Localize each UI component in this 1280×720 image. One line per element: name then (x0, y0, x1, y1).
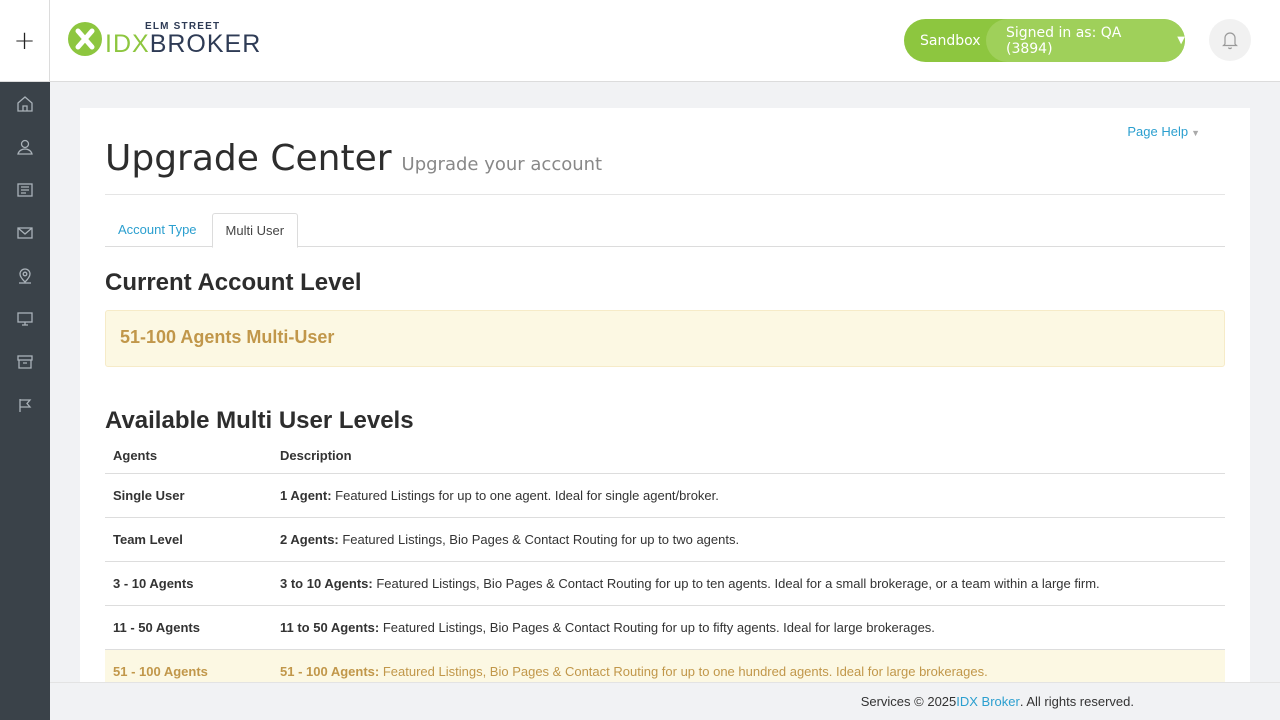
sidebar-item-leads[interactable] (0, 125, 50, 168)
description-text: Featured Listings, Bio Pages & Contact R… (372, 576, 1100, 591)
table-header-row: Agents Description (105, 438, 1225, 474)
description-cell: 11 to 50 Agents: Featured Listings, Bio … (272, 605, 1225, 650)
caret-down-icon: ▼ (1177, 35, 1185, 46)
idx-broker-logo[interactable]: ELM STREET IDXBROKER (68, 21, 265, 58)
footer-idx-broker-link[interactable]: IDX Broker (956, 694, 1020, 709)
account-dropdown[interactable]: Signed in as: QA (3894) ▼ (986, 19, 1185, 62)
map-pin-icon (19, 267, 31, 284)
page-title: Upgrade Center (105, 138, 392, 179)
tab-multi-user[interactable]: Multi User (211, 213, 299, 248)
agents-cell: Single User (105, 473, 272, 518)
tab-bar: Account Type Multi User (105, 213, 1225, 248)
logo-x-icon (68, 22, 102, 56)
table-row[interactable]: 3 - 10 Agents 3 to 10 Agents: Featured L… (105, 561, 1225, 606)
available-levels-heading: Available Multi User Levels (105, 407, 414, 434)
sidebar-item-archive[interactable] (0, 340, 50, 383)
table-row[interactable]: Single User 1 Agent: Featured Listings f… (105, 473, 1225, 518)
page-help-dropdown[interactable]: Page Help ▼ (1127, 124, 1200, 139)
agents-cell: Team Level (105, 517, 272, 562)
environment-label[interactable]: Sandbox (904, 33, 986, 49)
description-bold: 1 Agent: (280, 488, 332, 503)
sidebar-item-home[interactable] (0, 82, 50, 125)
sidebar-item-reports[interactable] (0, 383, 50, 426)
current-level-value: 51-100 Agents Multi-User (120, 327, 335, 347)
description-text: Featured Listings, Bio Pages & Contact R… (379, 664, 988, 679)
page-footer: Services © 2025 IDX Broker. All rights r… (50, 682, 1280, 720)
current-level-box: 51-100 Agents Multi-User (105, 310, 1225, 367)
table-row[interactable]: 11 - 50 Agents 11 to 50 Agents: Featured… (105, 605, 1225, 650)
sidebar-nav (0, 82, 50, 720)
listings-icon (17, 182, 33, 197)
table-row[interactable]: Team Level 2 Agents: Featured Listings, … (105, 517, 1225, 562)
logo-idx-text: IDX (105, 30, 150, 58)
home-icon (17, 95, 33, 112)
description-text: Featured Listings, Bio Pages & Contact R… (379, 620, 935, 635)
monitor-icon (17, 311, 33, 326)
title-divider (105, 194, 1225, 195)
levels-table: Agents Description Single User 1 Agent: … (105, 438, 1225, 688)
logo-broker-text: BROKER (149, 30, 262, 58)
notifications-button[interactable] (1209, 19, 1251, 61)
description-bold: 11 to 50 Agents: (280, 620, 380, 635)
description-bold: 3 to 10 Agents: (280, 576, 373, 591)
page-subtitle: Upgrade your account (401, 154, 603, 175)
description-bold: 51 - 100 Agents: (280, 664, 380, 679)
flag-icon (19, 398, 32, 412)
bell-icon (1222, 32, 1238, 50)
sidebar-item-email[interactable] (0, 211, 50, 254)
description-cell: 2 Agents: Featured Listings, Bio Pages &… (272, 517, 1225, 562)
mail-icon (17, 226, 33, 239)
footer-suffix: . All rights reserved. (1019, 694, 1134, 709)
description-cell: 1 Agent: Featured Listings for up to one… (272, 473, 1225, 518)
current-level-heading: Current Account Level (105, 269, 362, 296)
main-content: Page Help ▼ Upgrade Center Upgrade your a… (80, 108, 1250, 688)
archive-icon (17, 354, 33, 369)
sidebar-item-locations[interactable] (0, 254, 50, 297)
signed-in-label: Signed in as: QA (3894) (1006, 24, 1122, 57)
footer-prefix: Services © 2025 (860, 694, 957, 709)
description-cell: 3 to 10 Agents: Featured Listings, Bio P… (272, 561, 1225, 606)
add-button[interactable]: + (0, 0, 50, 82)
account-pill: Sandbox Signed in as: QA (3894) ▼ (904, 19, 1185, 62)
user-icon (17, 139, 33, 155)
caret-down-icon: ▼ (1191, 128, 1200, 138)
description-text: Featured Listings, Bio Pages & Contact R… (338, 532, 740, 547)
agents-cell: 3 - 10 Agents (105, 561, 272, 606)
column-header-agents: Agents (105, 438, 272, 474)
description-bold: 2 Agents: (280, 532, 339, 547)
sidebar-item-listings[interactable] (0, 168, 50, 211)
sidebar-item-design[interactable] (0, 297, 50, 340)
tab-account-type[interactable]: Account Type (105, 213, 210, 247)
agents-cell: 11 - 50 Agents (105, 605, 272, 650)
description-text: Featured Listings for up to one agent. I… (331, 488, 719, 503)
column-header-description: Description (272, 438, 1225, 474)
top-header: + ELM STREET IDXBROKER Sandbox Signed in… (0, 0, 1280, 82)
page-help-label: Page Help (1127, 124, 1189, 139)
